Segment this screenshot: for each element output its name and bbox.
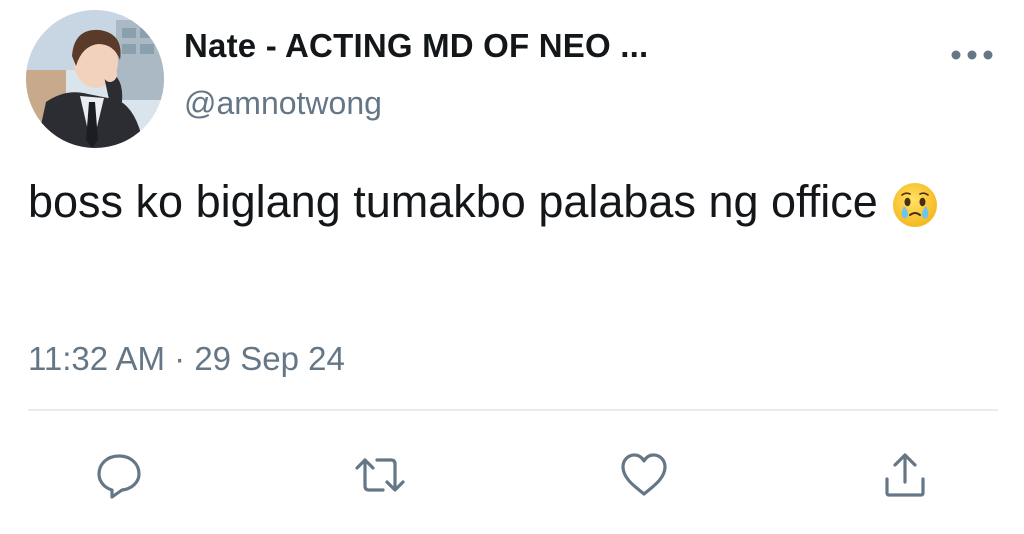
more-options-icon[interactable] [946, 40, 998, 70]
reply-icon [97, 454, 141, 499]
timestamp-separator: · [174, 340, 186, 377]
retweet-icon [355, 458, 405, 492]
tweet-body: boss ko biglang tumakbo palabas ng offic… [28, 172, 1018, 232]
user-handle[interactable]: @amnotwong [184, 85, 382, 122]
face-holding-back-tears-icon [890, 180, 940, 230]
tweet-text: boss ko biglang tumakbo palabas ng offic… [28, 176, 878, 227]
avatar[interactable] [26, 10, 164, 148]
display-name[interactable]: Nate - ACTING MD OF NEO ... [184, 27, 648, 65]
like-icon [621, 453, 667, 496]
tweet-date: 29 Sep 24 [194, 340, 345, 377]
reply-button[interactable] [92, 448, 146, 502]
retweet-button[interactable] [353, 448, 407, 502]
like-button[interactable] [617, 448, 671, 502]
tweet-card: Nate - ACTING MD OF NEO ... @amnotwong b… [0, 0, 1024, 534]
tweet-timestamp[interactable]: 11:32 AM · 29 Sep 24 [28, 340, 345, 378]
tweet-time: 11:32 AM [28, 340, 165, 377]
share-icon [885, 453, 925, 497]
share-button[interactable] [878, 448, 932, 502]
divider [28, 409, 998, 411]
